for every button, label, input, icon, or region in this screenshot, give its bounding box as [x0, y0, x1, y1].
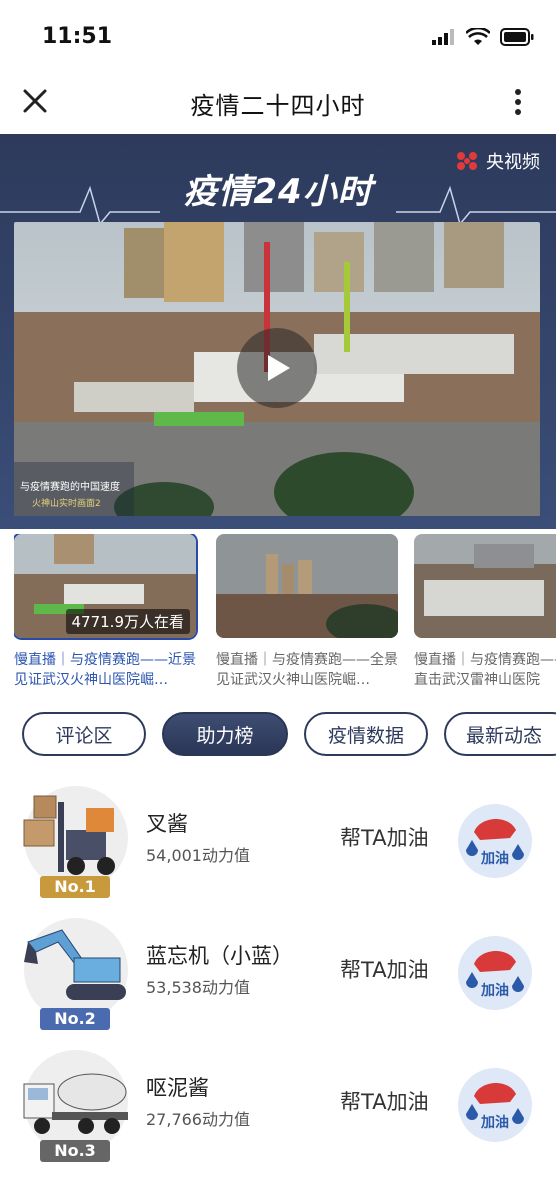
live-thumb-1[interactable]: 4771.9万人在看 慢直播｜与疫情赛跑——近景见证武汉火神山医院崛…: [14, 534, 196, 690]
ranking-name: 叉酱: [146, 812, 188, 836]
thumb-title[interactable]: 慢直播｜与疫情赛跑——近景见证武汉火神山医院崛…: [14, 650, 196, 690]
more-icon[interactable]: [514, 88, 522, 116]
thumb-title[interactable]: 慢直播｜与疫情赛跑——近景直击武汉雷神山医院: [414, 650, 556, 690]
rank-badge: No.3: [40, 1140, 110, 1162]
rank-badge: No.2: [40, 1008, 110, 1030]
cctv-logo-icon: [457, 152, 477, 170]
cheer-button[interactable]: 帮TA加油: [340, 822, 429, 852]
viewer-count: 4771.9万人在看: [65, 609, 190, 634]
cement-mixer-icon: [23, 1073, 128, 1134]
tab-bar: 评论区 助力榜 疫情数据 最新动态: [22, 712, 556, 760]
ranking-score: 53,538动力值: [146, 978, 250, 997]
live-banner: 疫情24小时 央视频 与疫情赛跑的中国速度 火神山实时画面2: [0, 134, 556, 529]
tab-support-ranking[interactable]: 助力榜: [162, 712, 288, 756]
ranking-row-3: No.3 呕泥酱 27,766动力值 帮TA加油 加油: [0, 1042, 556, 1172]
status-bar: 11:51: [0, 0, 556, 70]
live-thumb-3[interactable]: 慢直播｜与疫情赛跑——近景直击武汉雷神山医院: [414, 534, 556, 690]
ranking-name: 呕泥酱: [146, 1076, 209, 1100]
svg-text:与疫情赛跑的中国速度: 与疫情赛跑的中国速度: [20, 480, 120, 493]
live-thumbnail-list: 4771.9万人在看 慢直播｜与疫情赛跑——近景见证武汉火神山医院崛… 慢直播｜…: [14, 534, 556, 694]
thumb-title[interactable]: 慢直播｜与疫情赛跑——全景见证武汉火神山医院崛…: [216, 650, 398, 690]
ranking-score: 54,001动力值: [146, 846, 250, 865]
status-time: 11:51: [42, 24, 113, 49]
play-button[interactable]: [237, 328, 317, 408]
ranking-row-1: No.1 叉酱 54,001动力值 帮TA加油 加油: [0, 778, 556, 908]
page-title: 疫情二十四小时: [190, 92, 366, 120]
fuel-button[interactable]: 加油: [456, 802, 534, 880]
thumb-image: 4771.9万人在看: [14, 534, 196, 638]
svg-text:火神山实时画面2: 火神山实时画面2: [32, 497, 101, 509]
fuel-nozzle-icon: [458, 804, 532, 878]
brand-name: 央视频: [486, 152, 540, 173]
fuel-label: 加油: [481, 851, 509, 867]
fuel-label: 加油: [481, 983, 509, 999]
thumb-image: [216, 534, 398, 638]
tab-comments[interactable]: 评论区: [22, 712, 146, 756]
brand-logo: 央视频: [454, 148, 540, 174]
fuel-nozzle-icon: [458, 1068, 532, 1142]
nav-bar: 疫情二十四小时: [0, 70, 556, 134]
ranking-row-2: No.2 蓝忘机（小蓝） 53,538动力值 帮TA加油 加油: [0, 910, 556, 1040]
battery-icon: [500, 28, 534, 46]
fuel-button[interactable]: 加油: [456, 934, 534, 1012]
cheer-button[interactable]: 帮TA加油: [340, 954, 429, 984]
ranking-name: 蓝忘机（小蓝）: [146, 944, 293, 968]
signal-icon: [432, 29, 454, 45]
fuel-nozzle-icon: [458, 936, 532, 1010]
status-icons: [432, 28, 534, 46]
ranking-score: 27,766动力值: [146, 1110, 250, 1129]
cheer-button[interactable]: 帮TA加油: [340, 1086, 429, 1116]
rank-badge: No.1: [40, 876, 110, 898]
forklift-icon: [23, 795, 115, 875]
tab-latest-news[interactable]: 最新动态: [444, 712, 556, 756]
fuel-label: 加油: [481, 1115, 509, 1131]
fuel-button[interactable]: 加油: [456, 1066, 534, 1144]
live-thumb-2[interactable]: 慢直播｜与疫情赛跑——全景见证武汉火神山医院崛…: [216, 534, 398, 690]
wifi-icon: [466, 28, 490, 45]
tab-epidemic-data[interactable]: 疫情数据: [304, 712, 428, 756]
excavator-icon: [24, 929, 126, 1000]
play-icon: [268, 355, 290, 381]
thumb-image: [414, 534, 556, 638]
